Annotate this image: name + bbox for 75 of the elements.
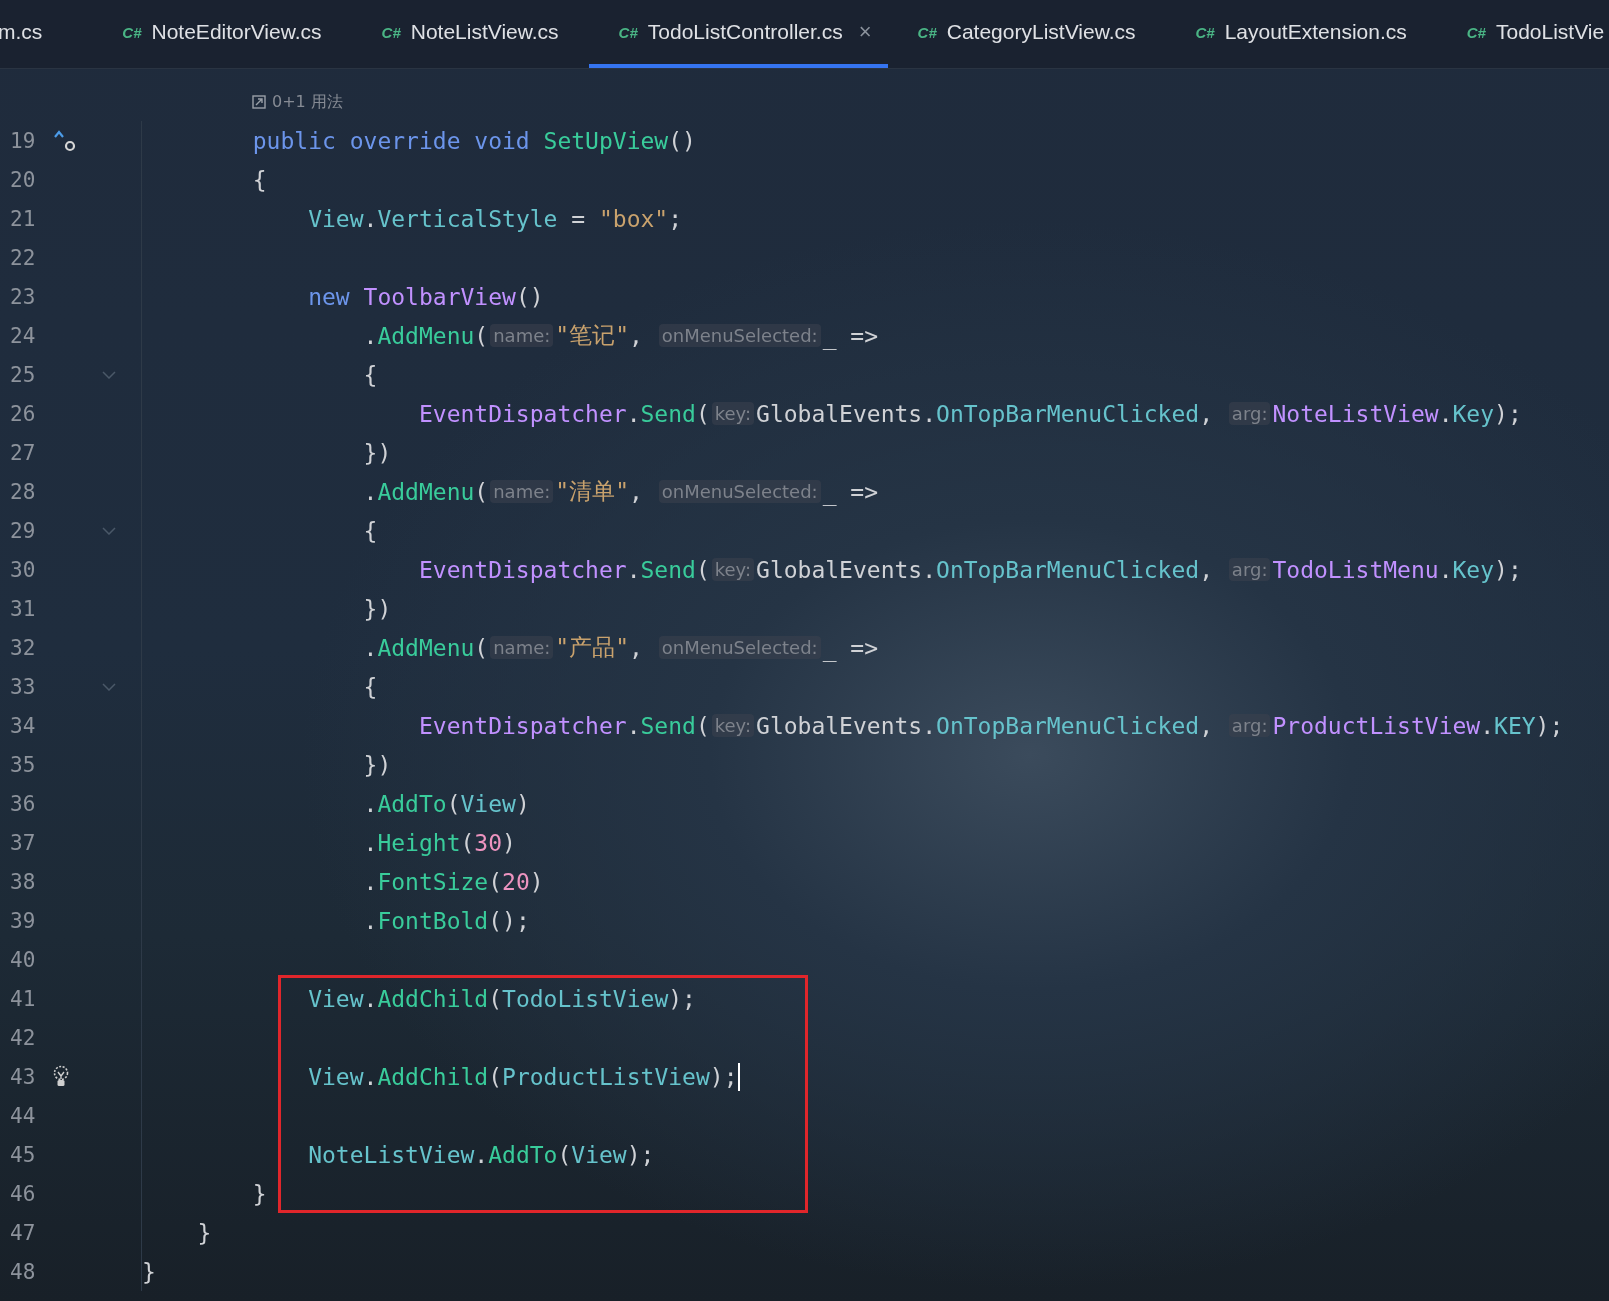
code-line: new ToolbarView() <box>141 277 544 316</box>
line-number: 48 <box>9 1259 37 1284</box>
fold-chevron-icon[interactable] <box>102 370 116 379</box>
code-line: .FontSize(20) <box>141 862 544 901</box>
csharp-file-icon: C# <box>618 23 638 41</box>
line-number: 43 <box>9 1064 37 1089</box>
line-number: 41 <box>9 986 37 1011</box>
line-number: 24 <box>9 323 37 348</box>
line-number: 28 <box>9 479 37 504</box>
code-line: .FontBold(); <box>141 901 530 940</box>
file-tab[interactable]: C# NoteListView.cs <box>351 0 589 68</box>
code-line: NoteListView.AddTo(View); <box>141 1135 655 1174</box>
code-line: public override void SetUpView() <box>141 121 696 160</box>
line-number: 27 <box>9 440 37 465</box>
line-number: 22 <box>9 245 37 270</box>
code-line: } <box>141 1174 267 1213</box>
code-line: View.AddChild(TodoListView); <box>141 979 696 1018</box>
fold-chevron-icon[interactable] <box>102 682 116 691</box>
code-line: EventDispatcher.Send( key: GlobalEvents.OnTopBarMenuClicked, arg: NoteListView.Key); <box>141 394 1522 433</box>
line-number: 19 <box>9 128 37 153</box>
fold-chevron-icon[interactable] <box>102 526 116 535</box>
file-tab[interactable]: C# NoteEditorView.cs <box>92 0 352 68</box>
code-line: }) <box>141 433 392 472</box>
line-number: 31 <box>9 596 37 621</box>
line-number: 46 <box>9 1181 37 1206</box>
line-number: 47 <box>9 1220 37 1245</box>
line-number: 35 <box>9 752 37 777</box>
line-number: 44 <box>9 1103 37 1128</box>
code-line: }) <box>141 589 392 628</box>
csharp-file-icon: C# <box>917 23 937 41</box>
line-number: 42 <box>9 1025 37 1050</box>
close-icon[interactable]: × <box>858 19 872 45</box>
code-line: EventDispatcher.Send( key: GlobalEvents.OnTopBarMenuClicked, arg: ProductListView.KEY); <box>141 706 1564 745</box>
line-number: 32 <box>9 635 37 660</box>
code-line: }) <box>141 745 392 784</box>
usage-hint[interactable]: 0+1 用法 <box>272 91 343 113</box>
code-line: { <box>141 667 378 706</box>
file-tab[interactable]: C# LayoutExtension.cs <box>1165 0 1437 68</box>
line-number: 25 <box>9 362 37 387</box>
line-number: 36 <box>9 791 37 816</box>
file-tab[interactable]: C# TodoListController.cs × <box>588 0 888 68</box>
line-number: 34 <box>9 713 37 738</box>
code-line: } <box>141 1252 156 1291</box>
line-number: 21 <box>9 206 37 231</box>
code-line: .AddTo(View) <box>141 784 530 823</box>
code-line: { <box>141 355 378 394</box>
line-number: 30 <box>9 557 37 582</box>
code-line: .AddMenu( name: "笔记", onMenuSelected: _ => <box>141 316 879 355</box>
lightbulb-icon[interactable] <box>52 1064 70 1089</box>
file-tab[interactable]: C# TodoListVie <box>1436 0 1609 68</box>
code-line: } <box>141 1213 212 1252</box>
line-number: 26 <box>9 401 37 426</box>
code-line: { <box>141 160 267 199</box>
external-link-icon <box>252 95 266 109</box>
file-tab[interactable]: m.cs <box>0 0 93 68</box>
line-number: 45 <box>9 1142 37 1167</box>
line-number: 23 <box>9 284 37 309</box>
line-number: 38 <box>9 869 37 894</box>
file-tab[interactable]: C# CategoryListView.cs <box>887 0 1166 68</box>
code-line: { <box>141 511 378 550</box>
code-line: EventDispatcher.Send( key: GlobalEvents.OnTopBarMenuClicked, arg: TodoListMenu.Key); <box>141 550 1522 589</box>
csharp-file-icon: C# <box>1466 23 1486 41</box>
line-number: 29 <box>9 518 37 543</box>
csharp-file-icon: C# <box>1195 23 1215 41</box>
line-number: 39 <box>9 908 37 933</box>
line-number: 37 <box>9 830 37 855</box>
line-number: 40 <box>9 947 37 972</box>
code-line: .AddMenu( name: "产品", onMenuSelected: _ => <box>141 628 879 667</box>
line-number: 33 <box>9 674 37 699</box>
code-line: .AddMenu( name: "清单", onMenuSelected: _ => <box>141 472 879 511</box>
csharp-file-icon: C# <box>122 23 142 41</box>
code-line: .Height(30) <box>141 823 516 862</box>
line-number: 20 <box>9 167 37 192</box>
code-line: View.VerticalStyle = "box"; <box>141 199 683 238</box>
csharp-file-icon: C# <box>381 23 401 41</box>
